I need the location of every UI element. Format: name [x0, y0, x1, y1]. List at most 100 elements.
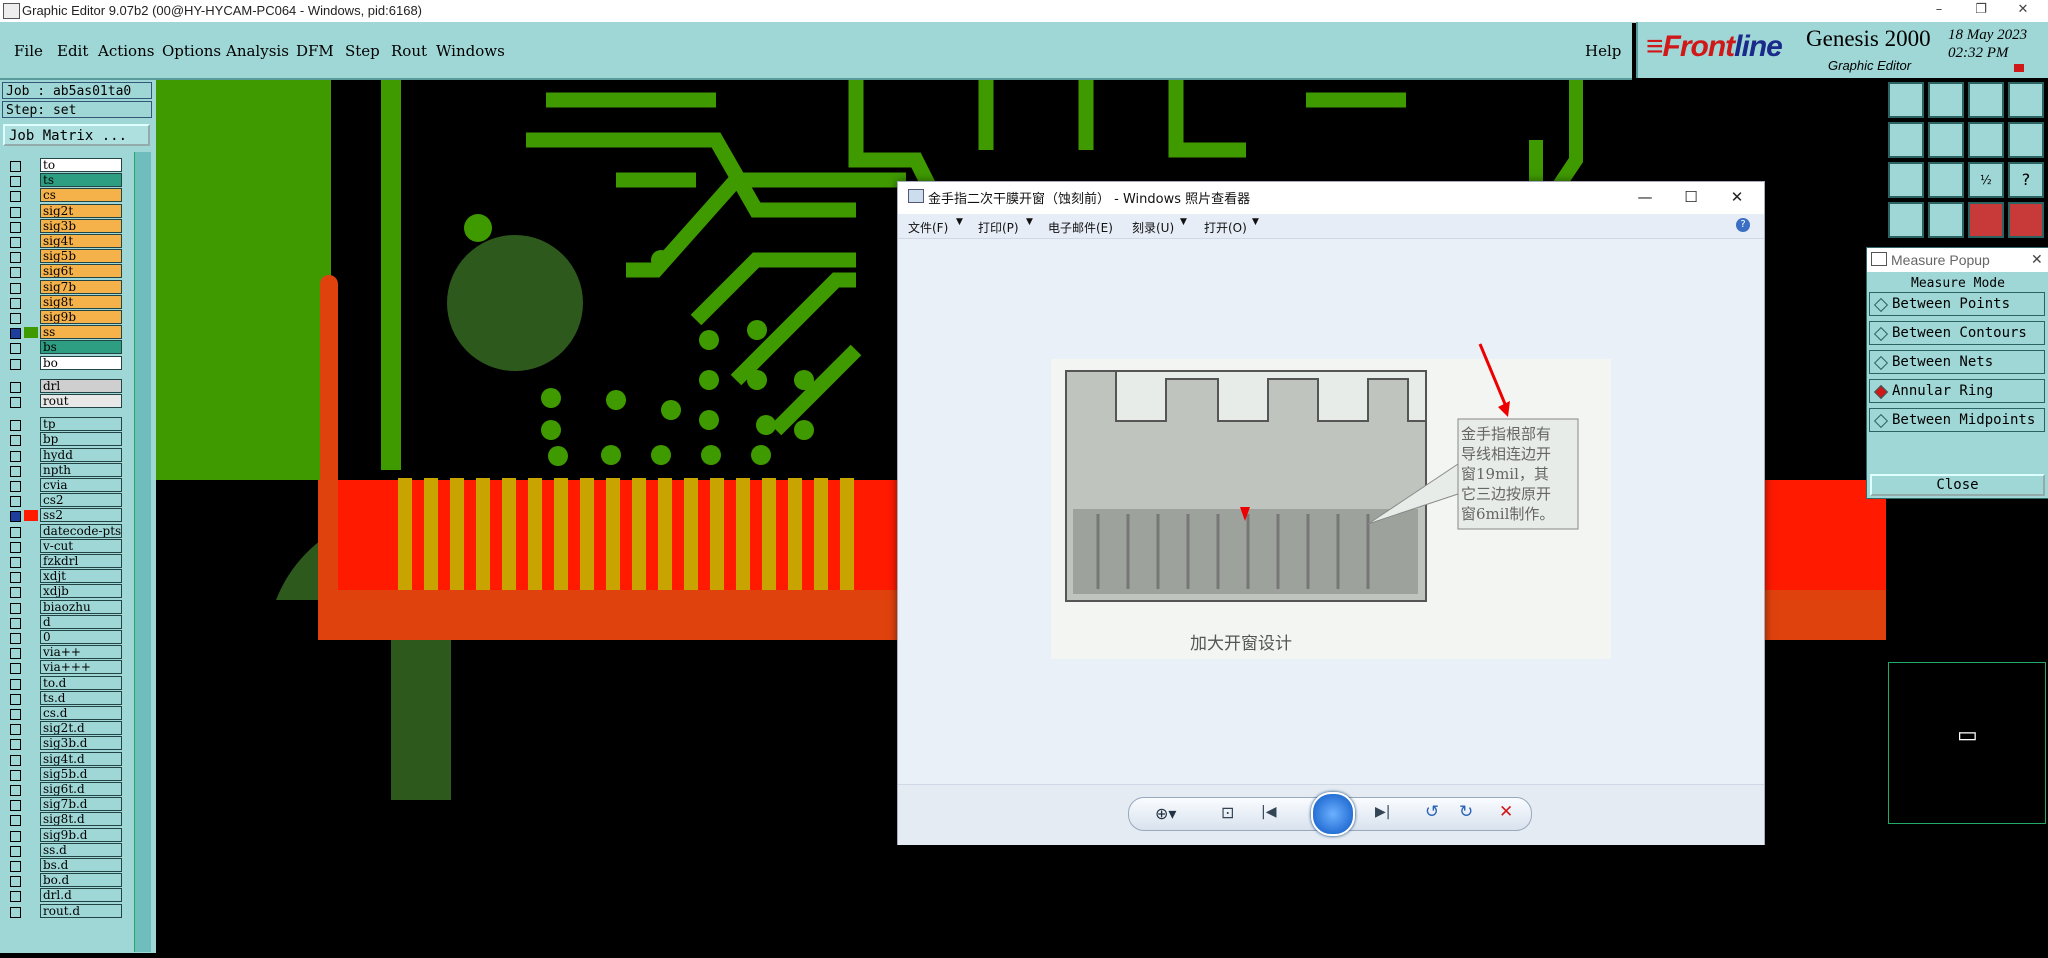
- help-query-icon[interactable]: ?: [2008, 162, 2044, 198]
- layer-row[interactable]: bo.d: [0, 873, 126, 888]
- mode-between-contours[interactable]: Between Contours: [1869, 321, 2045, 345]
- zoom-icon[interactable]: ⊕▾: [1155, 804, 1176, 823]
- layer-row[interactable]: sig8t.d: [0, 812, 126, 827]
- zoom-in-icon[interactable]: [1888, 82, 1924, 118]
- menu-dfm[interactable]: DFM: [296, 42, 334, 60]
- layer-row[interactable]: via++: [0, 645, 126, 660]
- layer-checkbox[interactable]: [10, 465, 21, 477]
- layer-row[interactable]: sig2t: [0, 203, 126, 219]
- actual-size-icon[interactable]: ⊡: [1221, 803, 1234, 822]
- layer-row[interactable]: sig3b.d: [0, 736, 126, 751]
- layer-checkbox[interactable]: [10, 511, 21, 523]
- layer-checkbox[interactable]: [10, 496, 21, 508]
- menu-file[interactable]: File: [14, 42, 43, 60]
- layer-row[interactable]: cs2: [0, 493, 126, 508]
- layer-checkbox[interactable]: [10, 769, 21, 781]
- layer-checkbox[interactable]: [10, 845, 21, 857]
- layer-checkbox[interactable]: [10, 526, 21, 538]
- window-split-icon[interactable]: [2008, 82, 2044, 118]
- delete-icon[interactable]: ✕: [1499, 802, 1513, 822]
- layer-checkbox[interactable]: [10, 572, 21, 584]
- viewer-menu-print[interactable]: 打印(P): [978, 219, 1019, 236]
- menu-step[interactable]: Step: [345, 42, 380, 60]
- layer-row[interactable]: sig3b: [0, 218, 126, 234]
- layer-checkbox[interactable]: [10, 541, 21, 553]
- layer-checkbox[interactable]: [10, 481, 21, 492]
- layer-row[interactable]: sig9b.d: [0, 827, 126, 843]
- layer-checkbox[interactable]: [10, 663, 21, 675]
- layer-checkbox[interactable]: [10, 906, 21, 918]
- layer-checkbox[interactable]: [10, 693, 21, 705]
- layer-checkbox[interactable]: [10, 557, 21, 568]
- layer-row[interactable]: via+++: [0, 660, 126, 675]
- layer-checkbox[interactable]: [10, 739, 21, 751]
- layer-checkbox[interactable]: [10, 397, 21, 408]
- home-icon[interactable]: [1968, 82, 2004, 118]
- layer-row[interactable]: drl: [0, 378, 126, 394]
- measure-tool-icon[interactable]: [1888, 202, 1924, 238]
- layer-row[interactable]: d: [0, 614, 126, 630]
- layer-row[interactable]: sig7b.d: [0, 797, 126, 812]
- layer-checkbox[interactable]: [10, 587, 21, 599]
- layer-row[interactable]: xdjb: [0, 584, 126, 599]
- layer-checkbox[interactable]: [10, 435, 21, 447]
- layer-checkbox[interactable]: [10, 252, 21, 264]
- center-icon[interactable]: [1928, 162, 1964, 198]
- viewer-menu-burn[interactable]: 刻录(U): [1132, 219, 1174, 236]
- layer-row[interactable]: rout: [0, 394, 126, 409]
- viewer-close-button[interactable]: ✕: [1714, 182, 1760, 214]
- viewer-menu-file[interactable]: 文件(F): [908, 219, 948, 236]
- menu-windows[interactable]: Windows: [436, 42, 505, 60]
- layer-checkbox[interactable]: [10, 282, 21, 294]
- rotate-left-icon[interactable]: ↺: [1425, 802, 1439, 822]
- layer-row[interactable]: v-cut: [0, 538, 126, 554]
- minimize-button[interactable]: –: [1916, 0, 1962, 22]
- layer-row[interactable]: cs.d: [0, 706, 126, 721]
- layer-row[interactable]: cvia: [0, 478, 126, 493]
- layer-row[interactable]: sig6t.d: [0, 782, 126, 797]
- layer-checkbox[interactable]: [10, 328, 21, 340]
- layer-row[interactable]: sig9b: [0, 310, 126, 325]
- job-matrix-button[interactable]: Job Matrix ...: [3, 124, 150, 146]
- layer-checkbox[interactable]: [10, 891, 21, 903]
- layer-row[interactable]: fzkdrl: [0, 554, 126, 569]
- help-icon[interactable]: ?: [1736, 218, 1750, 232]
- layer-row[interactable]: ss: [0, 325, 126, 340]
- slideshow-button[interactable]: [1311, 792, 1355, 836]
- layer-checkbox[interactable]: [10, 313, 21, 324]
- restore-button[interactable]: ❐: [1958, 0, 2004, 22]
- layer-row[interactable]: bp: [0, 432, 126, 447]
- layer-row[interactable]: xdjt: [0, 569, 126, 584]
- layer-checkbox[interactable]: [10, 633, 21, 644]
- layer-row[interactable]: sig5b.d: [0, 766, 126, 782]
- layer-checkbox[interactable]: [10, 754, 21, 766]
- viewer-menu-email[interactable]: 电子邮件(E): [1048, 219, 1113, 236]
- layer-row[interactable]: ss2: [0, 508, 126, 523]
- next-icon[interactable]: ▶|: [1375, 804, 1390, 820]
- layer-checkbox[interactable]: [10, 602, 21, 614]
- layer-row[interactable]: ts.d: [0, 690, 126, 706]
- mode-between-nets[interactable]: Between Nets: [1869, 350, 2045, 374]
- mode-between-points[interactable]: Between Points: [1869, 292, 2045, 316]
- pan-right-icon[interactable]: [1928, 122, 1964, 158]
- layer-row[interactable]: cs: [0, 188, 126, 203]
- layer-row[interactable]: bo: [0, 355, 126, 371]
- layer-row[interactable]: ss.d: [0, 842, 126, 858]
- net-highlight-icon[interactable]: [1968, 202, 2004, 238]
- menu-edit[interactable]: Edit: [57, 42, 88, 60]
- viewer-maximize-button[interactable]: ☐: [1668, 182, 1714, 214]
- layer-row[interactable]: sig5b: [0, 249, 126, 264]
- layer-checkbox[interactable]: [10, 237, 21, 248]
- fit-icon[interactable]: [1888, 162, 1924, 198]
- zoom-out-icon[interactable]: [1928, 82, 1964, 118]
- rotate-right-icon[interactable]: ↻: [1459, 802, 1473, 822]
- mode-annular-ring[interactable]: Annular Ring: [1869, 379, 2045, 403]
- layer-row[interactable]: bs.d: [0, 858, 126, 873]
- measure-close-button[interactable]: Close: [1870, 474, 2045, 496]
- layer-checkbox[interactable]: [10, 617, 21, 629]
- layer-row[interactable]: bs: [0, 340, 126, 355]
- layer-checkbox[interactable]: [10, 297, 21, 309]
- layer-checkbox[interactable]: [10, 815, 21, 827]
- layer-row[interactable]: biaozhu: [0, 599, 126, 615]
- layer-checkbox[interactable]: [10, 221, 21, 233]
